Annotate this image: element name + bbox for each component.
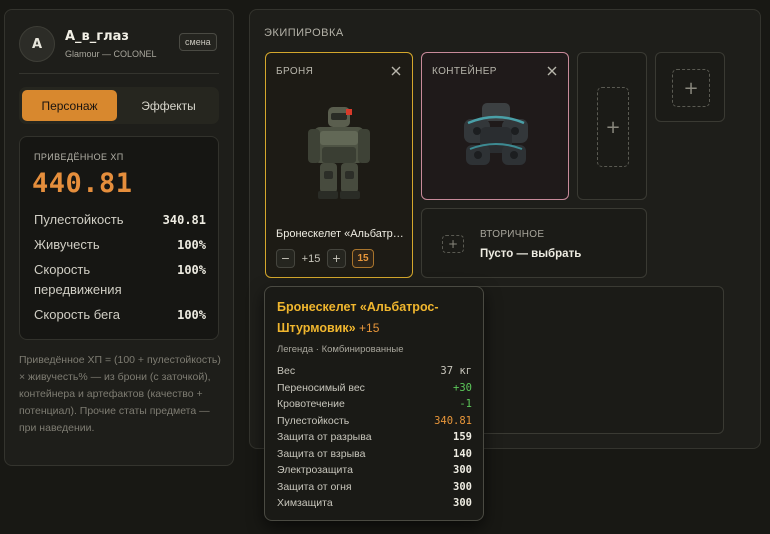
stat-label: Пулестойкость <box>34 212 124 227</box>
tooltip-stat-label: Кровотечение <box>277 398 345 410</box>
stat-label: Скорость бега <box>34 307 120 322</box>
stat-value: 100% <box>177 308 206 322</box>
user-subtitle: Glamour — COLONEL <box>65 49 157 59</box>
item-tooltip: Бронескелет «Альбатрос-Штурмовик» +15 Ле… <box>264 286 484 521</box>
add-icon: + <box>672 69 710 107</box>
exoskeleton-armor-icon <box>308 107 370 199</box>
secondary-slot-title: ВТОРИЧНОЕ <box>480 229 545 240</box>
tooltip-stat-value: 159 <box>453 431 472 443</box>
tooltip-stat-row: Электрозащита 300 <box>277 462 472 478</box>
username: А_в_глаз <box>65 29 129 44</box>
tooltip-level: +15 <box>359 321 380 335</box>
tooltip-stat-row: Пулестойкость 340.81 <box>277 413 472 429</box>
stat-row: Скорость бега 100% <box>34 305 206 325</box>
armor-slot-title: БРОНЯ <box>276 66 314 77</box>
tooltip-stat-label: Химзащита <box>277 497 333 509</box>
armor-item-name: Бронескелет «Альбатрос-Штурмовик» <box>276 228 406 240</box>
armor-slot[interactable]: БРОНЯ Бронескелет «Альбатрос-Штурмовик» … <box>265 52 413 278</box>
divider <box>19 73 219 74</box>
tooltip-stat-label: Переносимый вес <box>277 381 365 394</box>
character-panel: A А_в_глаз Glamour — COLONEL смена Персо… <box>4 9 234 466</box>
tooltip-name-text: Бронескелет «Альбатрос-Штурмовик» <box>277 300 439 335</box>
tooltip-stat-value: 300 <box>453 497 472 509</box>
add-icon: + <box>597 87 629 167</box>
formula-note: Приведённое ХП = (100 + пулестойкость) ×… <box>19 354 221 434</box>
stat-row: Пулестойкость 340.81 <box>34 210 206 230</box>
tooltip-stat-row: Кровотечение -1 <box>277 396 472 412</box>
equipment-title: ЭКИПИРОВКА <box>264 27 344 39</box>
stat-row: Живучесть 100% <box>34 235 206 255</box>
tab-effects[interactable]: Эффекты <box>121 90 216 121</box>
tooltip-stat-value: 140 <box>453 447 472 460</box>
container-slot[interactable]: КОНТЕЙНЕР <box>421 52 569 200</box>
tooltip-stat-value: 300 <box>453 480 472 493</box>
tab-bar: Персонаж Эффекты <box>19 87 219 124</box>
add-icon: + <box>442 235 464 253</box>
switch-button[interactable]: смена <box>179 33 217 51</box>
sharpen-value: +15 <box>301 252 321 265</box>
stat-label: Скорость передвижения <box>34 262 122 297</box>
tooltip-stat-row: Защита от взрыва 140 <box>277 446 472 462</box>
container-slot-title: КОНТЕЙНЕР <box>432 66 497 77</box>
tooltip-stat-row: Защита от огня 300 <box>277 479 472 495</box>
tooltip-stat-row: Вес 37 кг <box>277 363 472 379</box>
tooltip-stat-label: Защита от огня <box>277 480 352 493</box>
avatar: A <box>19 26 55 62</box>
stat-row: Скорость передвижения 100% <box>34 260 206 300</box>
artifact-slot-empty[interactable]: + <box>577 52 647 200</box>
tooltip-stat-row: Переносимый вес +30 <box>277 380 472 396</box>
stat-value: 100% <box>177 263 206 277</box>
tooltip-stat-label: Электрозащита <box>277 464 353 476</box>
effective-hp-label: ПРИВЕДЁННОЕ ХП <box>34 152 124 162</box>
close-icon[interactable] <box>390 65 402 77</box>
tooltip-stat-value: 340.81 <box>434 414 472 427</box>
tooltip-stat-value: +30 <box>453 381 472 394</box>
close-icon[interactable] <box>546 65 558 77</box>
sharpen-increase-button[interactable]: + <box>327 249 346 268</box>
tooltip-stat-label: Вес <box>277 365 296 377</box>
sharpen-level-badge[interactable]: 15 <box>352 249 374 268</box>
secondary-slot[interactable]: + ВТОРИЧНОЕ Пусто — выбрать <box>421 208 647 278</box>
stats-box: ПРИВЕДЁННОЕ ХП 440.81 Пулестойкость 340.… <box>19 136 219 340</box>
tooltip-rarity: Легенда · Комбинированные <box>277 344 404 355</box>
secondary-slot-action[interactable]: Пусто — выбрать <box>480 248 581 260</box>
stat-value: 340.81 <box>162 213 206 227</box>
effective-hp-value: 440.81 <box>32 168 133 199</box>
container-item-icon <box>464 103 528 165</box>
sharpen-decrease-button[interactable]: − <box>276 249 295 268</box>
tab-character[interactable]: Персонаж <box>22 90 117 121</box>
tooltip-stat-row: Химзащита 300 <box>277 495 472 511</box>
tooltip-stat-value: 300 <box>453 464 472 476</box>
artifact-slot-empty[interactable]: + <box>655 52 725 122</box>
tooltip-stat-label: Защита от взрыва <box>277 447 366 460</box>
stat-label: Живучесть <box>34 237 100 252</box>
tooltip-stat-label: Пулестойкость <box>277 414 350 427</box>
tooltip-stat-value: -1 <box>459 398 472 410</box>
sharpen-controls: − +15 + 15 <box>276 249 374 268</box>
tooltip-stat-value: 37 кг <box>440 365 472 377</box>
tooltip-stat-label: Защита от разрыва <box>277 431 372 443</box>
tooltip-item-name: Бронескелет «Альбатрос-Штурмовик» +15 <box>277 297 477 339</box>
stat-value: 100% <box>177 238 206 252</box>
tooltip-stat-row: Защита от разрыва 159 <box>277 429 472 445</box>
